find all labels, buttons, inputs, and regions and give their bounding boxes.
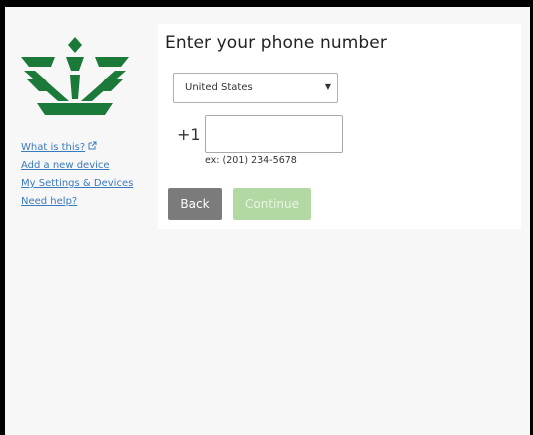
caret-down-icon: ▼ — [324, 82, 331, 91]
sidebar-links: What is this? Add a new device My Settin… — [21, 139, 133, 211]
phone-example-hint: ex: (201) 234-5678 — [205, 155, 297, 166]
country-select-value: United States — [185, 82, 253, 93]
sidebar: What is this? Add a new device My Settin… — [5, 7, 155, 435]
external-link-icon — [88, 141, 97, 150]
phone-entry-panel: Enter your phone number United States ▼ … — [158, 24, 521, 229]
university-crest-icon — [21, 37, 129, 115]
country-select[interactable]: United States ▼ — [173, 73, 338, 103]
duo-prompt-frame: What is this? Add a new device My Settin… — [5, 7, 530, 435]
country-code: +1 — [177, 125, 201, 144]
page-title: Enter your phone number — [165, 33, 387, 53]
back-button[interactable]: Back — [168, 188, 222, 220]
phone-number-input[interactable] — [205, 115, 343, 153]
continue-button[interactable]: Continue — [233, 188, 311, 220]
add-new-device-link[interactable]: Add a new device — [21, 157, 133, 175]
what-is-this-link[interactable]: What is this? — [21, 139, 133, 157]
need-help-link[interactable]: Need help? — [21, 193, 133, 211]
my-settings-devices-link[interactable]: My Settings & Devices — [21, 175, 133, 193]
